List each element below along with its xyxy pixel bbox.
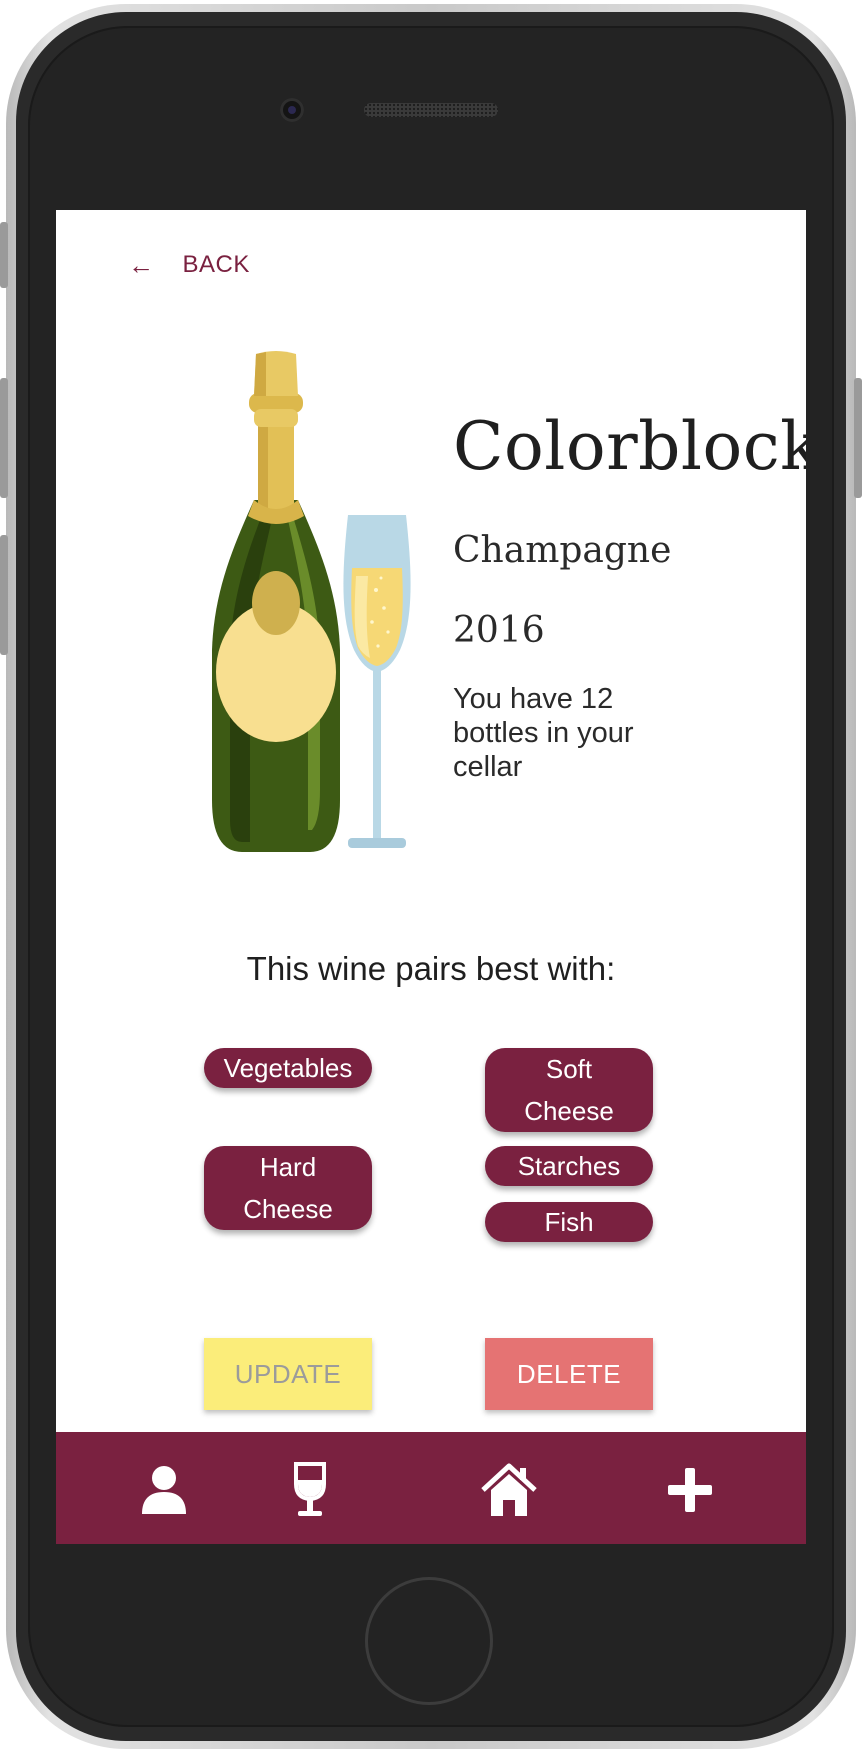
volume-down-button (0, 535, 8, 655)
cellar-count-text: You have 12 bottles in your cellar (453, 683, 634, 783)
pairing-chip-starches[interactable]: Starches (485, 1146, 653, 1186)
power-button (854, 378, 862, 498)
plus-icon[interactable] (662, 1462, 718, 1518)
pairing-chip-soft-cheese[interactable]: Soft Cheese (485, 1048, 653, 1132)
pairings-heading: This wine pairs best with: (246, 950, 616, 987)
app-screen: ← BACK Colorblock Champagne 2016 You hav… (56, 210, 806, 1544)
back-button[interactable]: ← BACK (128, 250, 250, 280)
home-hardware-button[interactable] (365, 1577, 493, 1705)
update-button[interactable]: UPDATE (204, 1338, 372, 1410)
wine-glass-icon[interactable] (282, 1462, 338, 1518)
bottom-navigation (56, 1432, 806, 1544)
pairing-chip-fish[interactable]: Fish (485, 1202, 653, 1242)
wine-name: Colorblock (453, 408, 806, 485)
user-icon[interactable] (136, 1462, 192, 1518)
delete-button[interactable]: DELETE (485, 1338, 653, 1410)
home-icon[interactable] (481, 1462, 537, 1518)
wine-type: Champagne (453, 530, 672, 571)
wine-year: 2016 (453, 610, 545, 651)
back-label: BACK (182, 251, 250, 278)
pairing-chip-vegetables[interactable]: Vegetables (204, 1048, 372, 1088)
front-camera (280, 98, 304, 122)
volume-up-button (0, 378, 8, 498)
champagne-glass (343, 515, 411, 848)
champagne-illustration (212, 351, 411, 852)
pairing-chip-hard-cheese[interactable]: Hard Cheese (204, 1146, 372, 1230)
earpiece-speaker (364, 103, 498, 117)
champagne-bottle (212, 351, 340, 852)
arrow-left-icon: ← (128, 249, 155, 280)
mute-switch (0, 222, 8, 288)
